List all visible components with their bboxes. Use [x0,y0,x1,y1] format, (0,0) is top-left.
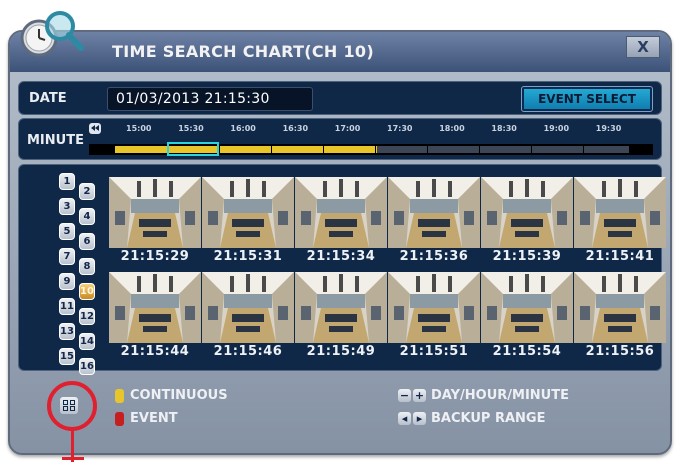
channel-button-8[interactable]: 8 [79,258,95,275]
timeline-tick: 19:30 [595,124,622,133]
date-label: DATE [29,91,67,106]
window-title: TIME SEARCH CHART(CH 10) [112,42,374,61]
channel-button-10[interactable]: 10 [79,283,95,300]
camera-thumbnail-image [295,272,387,343]
channel-button-6[interactable]: 6 [79,233,95,250]
date-panel: DATE 01/03/2013 21:15:30 EVENT SELECT [18,81,662,115]
continuous-legend-chip [115,389,124,403]
channel-button-5[interactable]: 5 [59,223,75,240]
rewind-icon[interactable] [89,123,101,134]
thumbnail-tile[interactable]: 21:15:44 [109,272,201,362]
thumbnail-timestamp: 21:15:39 [492,249,562,264]
thumbnail-timestamp: 21:15:46 [213,344,283,359]
timeline-divider [375,146,376,153]
thumbnail-tile[interactable]: 21:15:29 [109,177,201,267]
thumbnail-panel: 1 2 3 4 5 6 7 8 9 10 11 12 13 14 15 16 21:15:29 21:15:3… [18,164,666,375]
timeline-divider [323,146,324,153]
thumbnail-timestamp: 21:15:56 [585,344,655,359]
camera-thumbnail-image [574,177,666,248]
thumbnail-tile[interactable]: 21:15:56 [574,272,666,362]
channel-button-2[interactable]: 2 [79,183,95,200]
thumbnail-tile[interactable]: 21:15:41 [574,177,666,267]
channel-button-13[interactable]: 13 [59,323,75,340]
minute-label: MINUTE [27,133,84,148]
timeline-tick: 19:00 [543,124,570,133]
clock-magnifier-icon [20,11,84,57]
pointer-arrow-bar [62,457,84,460]
camera-thumbnail-image [295,177,387,248]
thumbnail-timestamp: 21:15:36 [399,249,469,264]
timeline-tick: 15:00 [126,124,152,133]
zoom-out-icon[interactable]: − [398,389,411,402]
timeline-tick: 17:00 [334,124,361,133]
timeline-divider [479,146,480,153]
close-button[interactable]: X [626,36,660,58]
day-hour-minute-label: DAY/HOUR/MINUTE [431,388,569,403]
backup-range-label: BACKUP RANGE [431,411,546,426]
camera-thumbnail-image [388,177,480,248]
channel-button-11[interactable]: 11 [59,298,75,315]
continuous-recording-segment [115,146,377,153]
timeline-divider [219,146,220,153]
timeline-tick: 15:30 [178,124,204,133]
channel-button-14[interactable]: 14 [79,333,95,350]
range-start-icon[interactable]: ◂ [398,412,411,425]
thumbnail-tile[interactable]: 21:15:54 [481,272,573,362]
thumbnail-tile[interactable]: 21:15:46 [202,272,294,362]
channel-button-12[interactable]: 12 [79,308,95,325]
timeline-divider [427,146,428,153]
event-legend-chip [115,412,124,426]
camera-thumbnail-image [202,272,294,343]
range-end-icon[interactable]: ▸ [413,412,426,425]
timeline-tick: 18:30 [491,124,517,133]
zoom-in-icon[interactable]: + [413,389,426,402]
timeline-selection[interactable] [167,142,219,156]
thumbnail-tile[interactable]: 21:15:49 [295,272,387,362]
timeline-tick: 18:00 [439,124,465,133]
camera-thumbnail-image [202,177,294,248]
empty-timeline-segment [377,146,629,153]
camera-thumbnail-image [109,177,201,248]
thumbnail-tile[interactable]: 21:15:31 [202,177,294,267]
camera-thumbnail-image [481,177,573,248]
thumbnail-timestamp: 21:15:51 [399,344,469,359]
channel-button-16[interactable]: 16 [79,358,95,375]
continuous-legend-label: CONTINUOUS [130,388,228,403]
channel-button-4[interactable]: 4 [79,208,95,225]
timeline-divider [531,146,532,153]
timeline-divider [583,146,584,153]
camera-thumbnail-image [574,272,666,343]
highlight-circle [47,381,97,431]
event-select-button[interactable]: EVENT SELECT [521,86,653,112]
thumbnail-timestamp: 21:15:49 [306,344,376,359]
timeline-tick: 16:30 [282,124,309,133]
thumbnail-timestamp: 21:15:54 [492,344,562,359]
thumbnail-tile[interactable]: 21:15:39 [481,177,573,267]
channel-button-7[interactable]: 7 [59,248,75,265]
event-legend-label: EVENT [130,411,178,426]
thumbnail-tile[interactable]: 21:15:36 [388,177,480,267]
date-field[interactable]: 01/03/2013 21:15:30 [107,87,313,111]
thumbnail-timestamp: 21:15:31 [213,249,283,264]
camera-thumbnail-image [388,272,480,343]
thumbnail-tile[interactable]: 21:15:51 [388,272,480,362]
title-bar: TIME SEARCH CHART(CH 10) X [10,32,670,72]
minute-panel: MINUTE 15:00 15:30 16:00 16:30 17:00 17:30 18:… [18,118,662,160]
channel-button-15[interactable]: 15 [59,348,75,365]
thumbnail-timestamp: 21:15:29 [120,249,190,264]
time-search-window: TIME SEARCH CHART(CH 10) X DATE 01/03/20… [8,30,672,455]
thumbnail-tile[interactable]: 21:15:34 [295,177,387,267]
thumbnail-timestamp: 21:15:34 [306,249,376,264]
channel-button-3[interactable]: 3 [59,198,75,215]
channel-button-9[interactable]: 9 [59,273,75,290]
event-select-label: EVENT SELECT [524,89,650,109]
camera-thumbnail-image [109,272,201,343]
thumbnail-timestamp: 21:15:41 [585,249,655,264]
timeline-divider [271,146,272,153]
thumbnail-timestamp: 21:15:44 [120,344,190,359]
timeline-tick: 16:00 [230,124,256,133]
timeline-tick: 17:30 [387,124,413,133]
camera-thumbnail-image [481,272,573,343]
channel-button-1[interactable]: 1 [59,173,75,190]
